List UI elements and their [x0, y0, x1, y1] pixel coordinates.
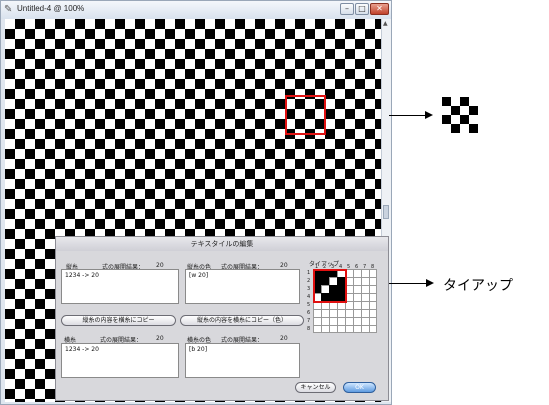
weft-color-expand-value: 20 [280, 335, 288, 342]
scroll-up-icon[interactable]: ▲ [383, 20, 388, 27]
dialog-title: テキスタイルの編集 [56, 237, 388, 251]
warp-color-field[interactable]: [w 20] [185, 269, 300, 304]
warp-field[interactable]: 1234 -> 20 [61, 269, 179, 304]
tieup-highlight-box [313, 269, 347, 303]
copy-warp-to-weft-button[interactable]: 縦糸の内容を横糸にコピー [61, 315, 176, 326]
warp-expand-value: 20 [156, 262, 164, 269]
ok-button[interactable]: OK [343, 382, 376, 393]
close-button[interactable]: ✕ [370, 3, 389, 15]
pattern-highlight-box [285, 95, 326, 135]
pencil-icon: ✎ [4, 4, 13, 15]
weft-color-field[interactable]: [b 20] [185, 343, 300, 378]
title-bar[interactable]: ✎ Untitled-4 @ 100% – □ ✕ [1, 1, 391, 19]
arrow-right-icon [425, 111, 433, 119]
maximize-button[interactable]: □ [355, 3, 369, 15]
minimize-button[interactable]: – [340, 3, 354, 15]
tieup-row-number: 6 [307, 310, 311, 316]
tieup-row-number: 3 [307, 286, 311, 292]
arrow-right-icon [426, 279, 434, 287]
tieup-row-number: 7 [307, 318, 311, 324]
scrollbar-thumb[interactable] [383, 205, 389, 219]
tieup-row-number: 5 [307, 302, 311, 308]
copy-warp-color-to-weft-button[interactable]: 縦糸の内容を横糸にコピー（色） [180, 315, 304, 326]
warp-color-expand-value: 20 [280, 262, 288, 269]
tieup-row-number: 4 [307, 294, 311, 300]
tieup-row-number: 1 [307, 270, 311, 276]
tieup-row-number: 8 [307, 326, 311, 332]
tieup-callout-label: タイアップ [443, 278, 513, 294]
window-title: Untitled-4 @ 100% [17, 4, 85, 13]
tieup-row-number: 2 [307, 278, 311, 284]
arrow-line [389, 115, 425, 116]
pattern-preview [442, 97, 478, 133]
weft-field[interactable]: 1234 -> 20 [61, 343, 179, 378]
weft-expand-value: 20 [156, 335, 164, 342]
cancel-button[interactable]: キャンセル [295, 382, 336, 393]
